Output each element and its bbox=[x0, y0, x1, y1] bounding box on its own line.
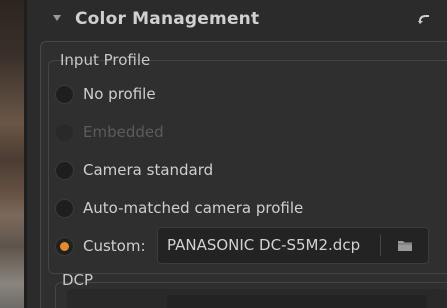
radio-label: Camera standard bbox=[83, 161, 214, 179]
input-profile-label: Input Profile bbox=[60, 51, 151, 69]
custom-profile-file-chooser[interactable]: PANASONIC DC-S5M2.dcp bbox=[157, 227, 429, 264]
radio-no-profile[interactable]: No profile bbox=[55, 82, 156, 106]
radio-auto-matched[interactable]: Auto-matched camera profile bbox=[55, 196, 303, 220]
radio-label: Custom: bbox=[83, 237, 146, 255]
radio-button[interactable] bbox=[55, 84, 74, 104]
image-preview-strip bbox=[0, 0, 27, 308]
radio-camera-standard[interactable]: Camera standard bbox=[55, 158, 213, 182]
radio-button[interactable] bbox=[55, 236, 74, 256]
dcp-label: DCP bbox=[62, 271, 94, 289]
custom-profile-filename: PANASONIC DC-S5M2.dcp bbox=[167, 236, 361, 254]
color-management-panel: Color Management Input Profile No profil… bbox=[27, 0, 447, 308]
dcp-combo[interactable] bbox=[167, 295, 427, 308]
panel-title: Color Management bbox=[75, 9, 260, 29]
radio-label: Auto-matched camera profile bbox=[83, 199, 304, 217]
reset-arrow-icon[interactable] bbox=[417, 12, 433, 28]
chevron-down-icon[interactable] bbox=[53, 15, 61, 21]
radio-button[interactable] bbox=[55, 160, 74, 180]
folder-icon[interactable] bbox=[397, 239, 413, 252]
radio-embedded: Embedded bbox=[55, 120, 164, 144]
radio-custom[interactable]: Custom: bbox=[55, 234, 146, 258]
radio-button bbox=[55, 122, 74, 142]
radio-label: No profile bbox=[83, 85, 156, 103]
file-chooser-divider bbox=[380, 235, 381, 256]
radio-button[interactable] bbox=[55, 198, 74, 218]
panel-header[interactable]: Color Management bbox=[27, 0, 447, 42]
color-management-window: Color Management Input Profile No profil… bbox=[0, 0, 447, 308]
radio-label: Embedded bbox=[83, 123, 164, 141]
